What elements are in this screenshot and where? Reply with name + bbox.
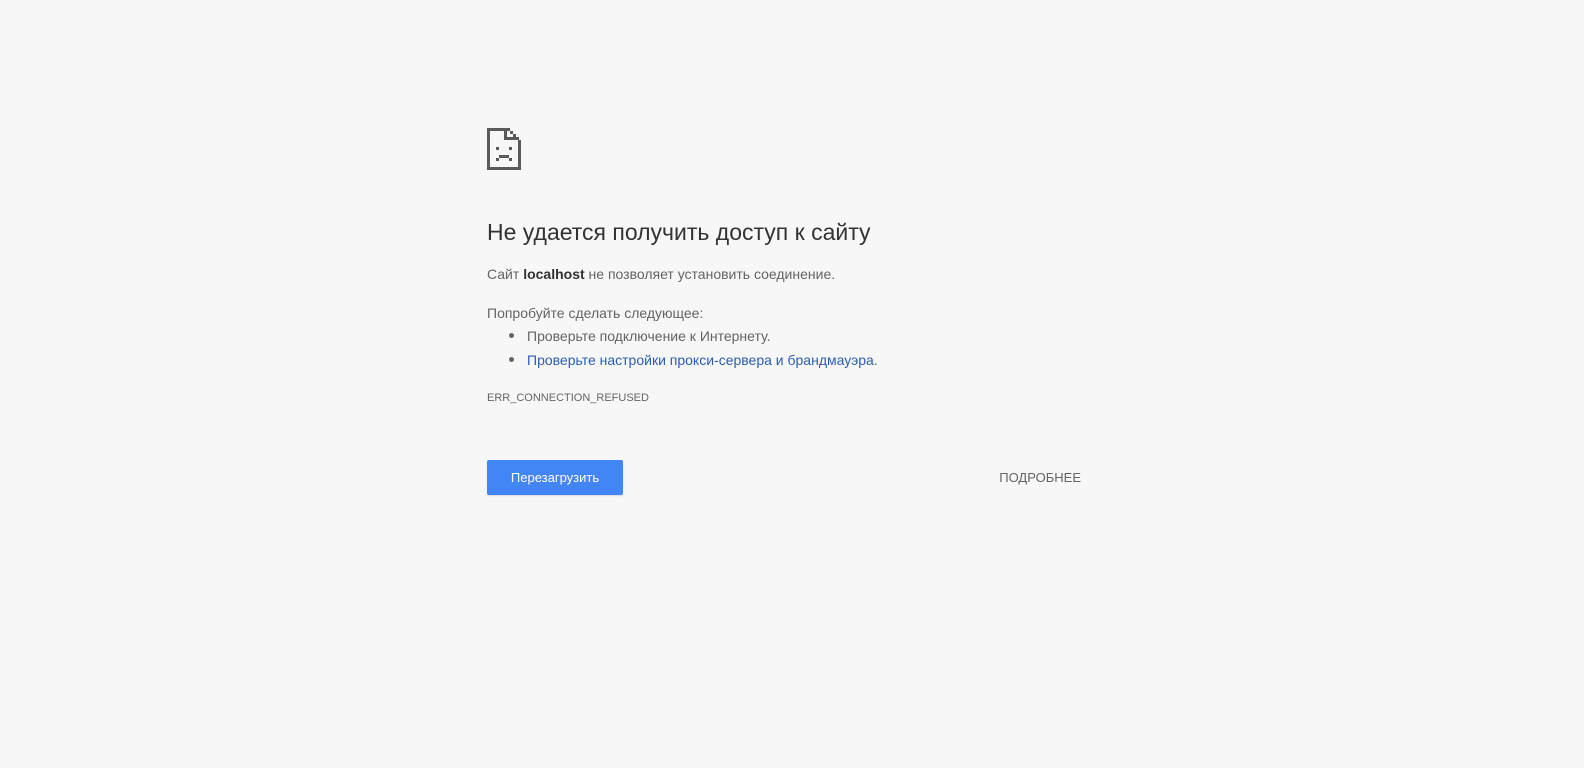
reload-button[interactable]: Перезагрузить bbox=[487, 460, 623, 495]
error-code: ERR_CONNECTION_REFUSED bbox=[487, 392, 649, 404]
host-name: localhost bbox=[523, 266, 585, 282]
suggestion-trailing: . bbox=[873, 352, 878, 368]
error-page: Не удается получить доступ к сайту Сайт … bbox=[0, 0, 1584, 768]
summary-prefix: Сайт bbox=[487, 266, 524, 282]
suggestion-check-connection: Проверьте подключение к Интернету. bbox=[487, 326, 878, 350]
proxy-firewall-link[interactable]: Проверьте настройки прокси-сервера и бра… bbox=[527, 352, 874, 368]
summary-suffix: не позволяет установить соединение. bbox=[584, 266, 836, 282]
bullet-icon bbox=[509, 357, 514, 362]
details-button[interactable]: ПОДРОБНЕЕ bbox=[999, 460, 1081, 495]
suggestions-list: Проверьте подключение к Интернету. Прове… bbox=[487, 326, 878, 374]
bullet-icon bbox=[509, 333, 514, 338]
suggestion-check-proxy: Проверьте настройки прокси-сервера и бра… bbox=[487, 350, 878, 374]
error-title: Не удается получить доступ к сайту bbox=[487, 219, 871, 245]
suggestions-heading: Попробуйте сделать следующее: bbox=[487, 305, 704, 321]
error-summary: Сайт localhost не позволяет установить с… bbox=[487, 264, 835, 284]
suggestion-text: Проверьте подключение к Интернету. bbox=[527, 328, 771, 344]
sad-page-icon bbox=[487, 128, 521, 170]
